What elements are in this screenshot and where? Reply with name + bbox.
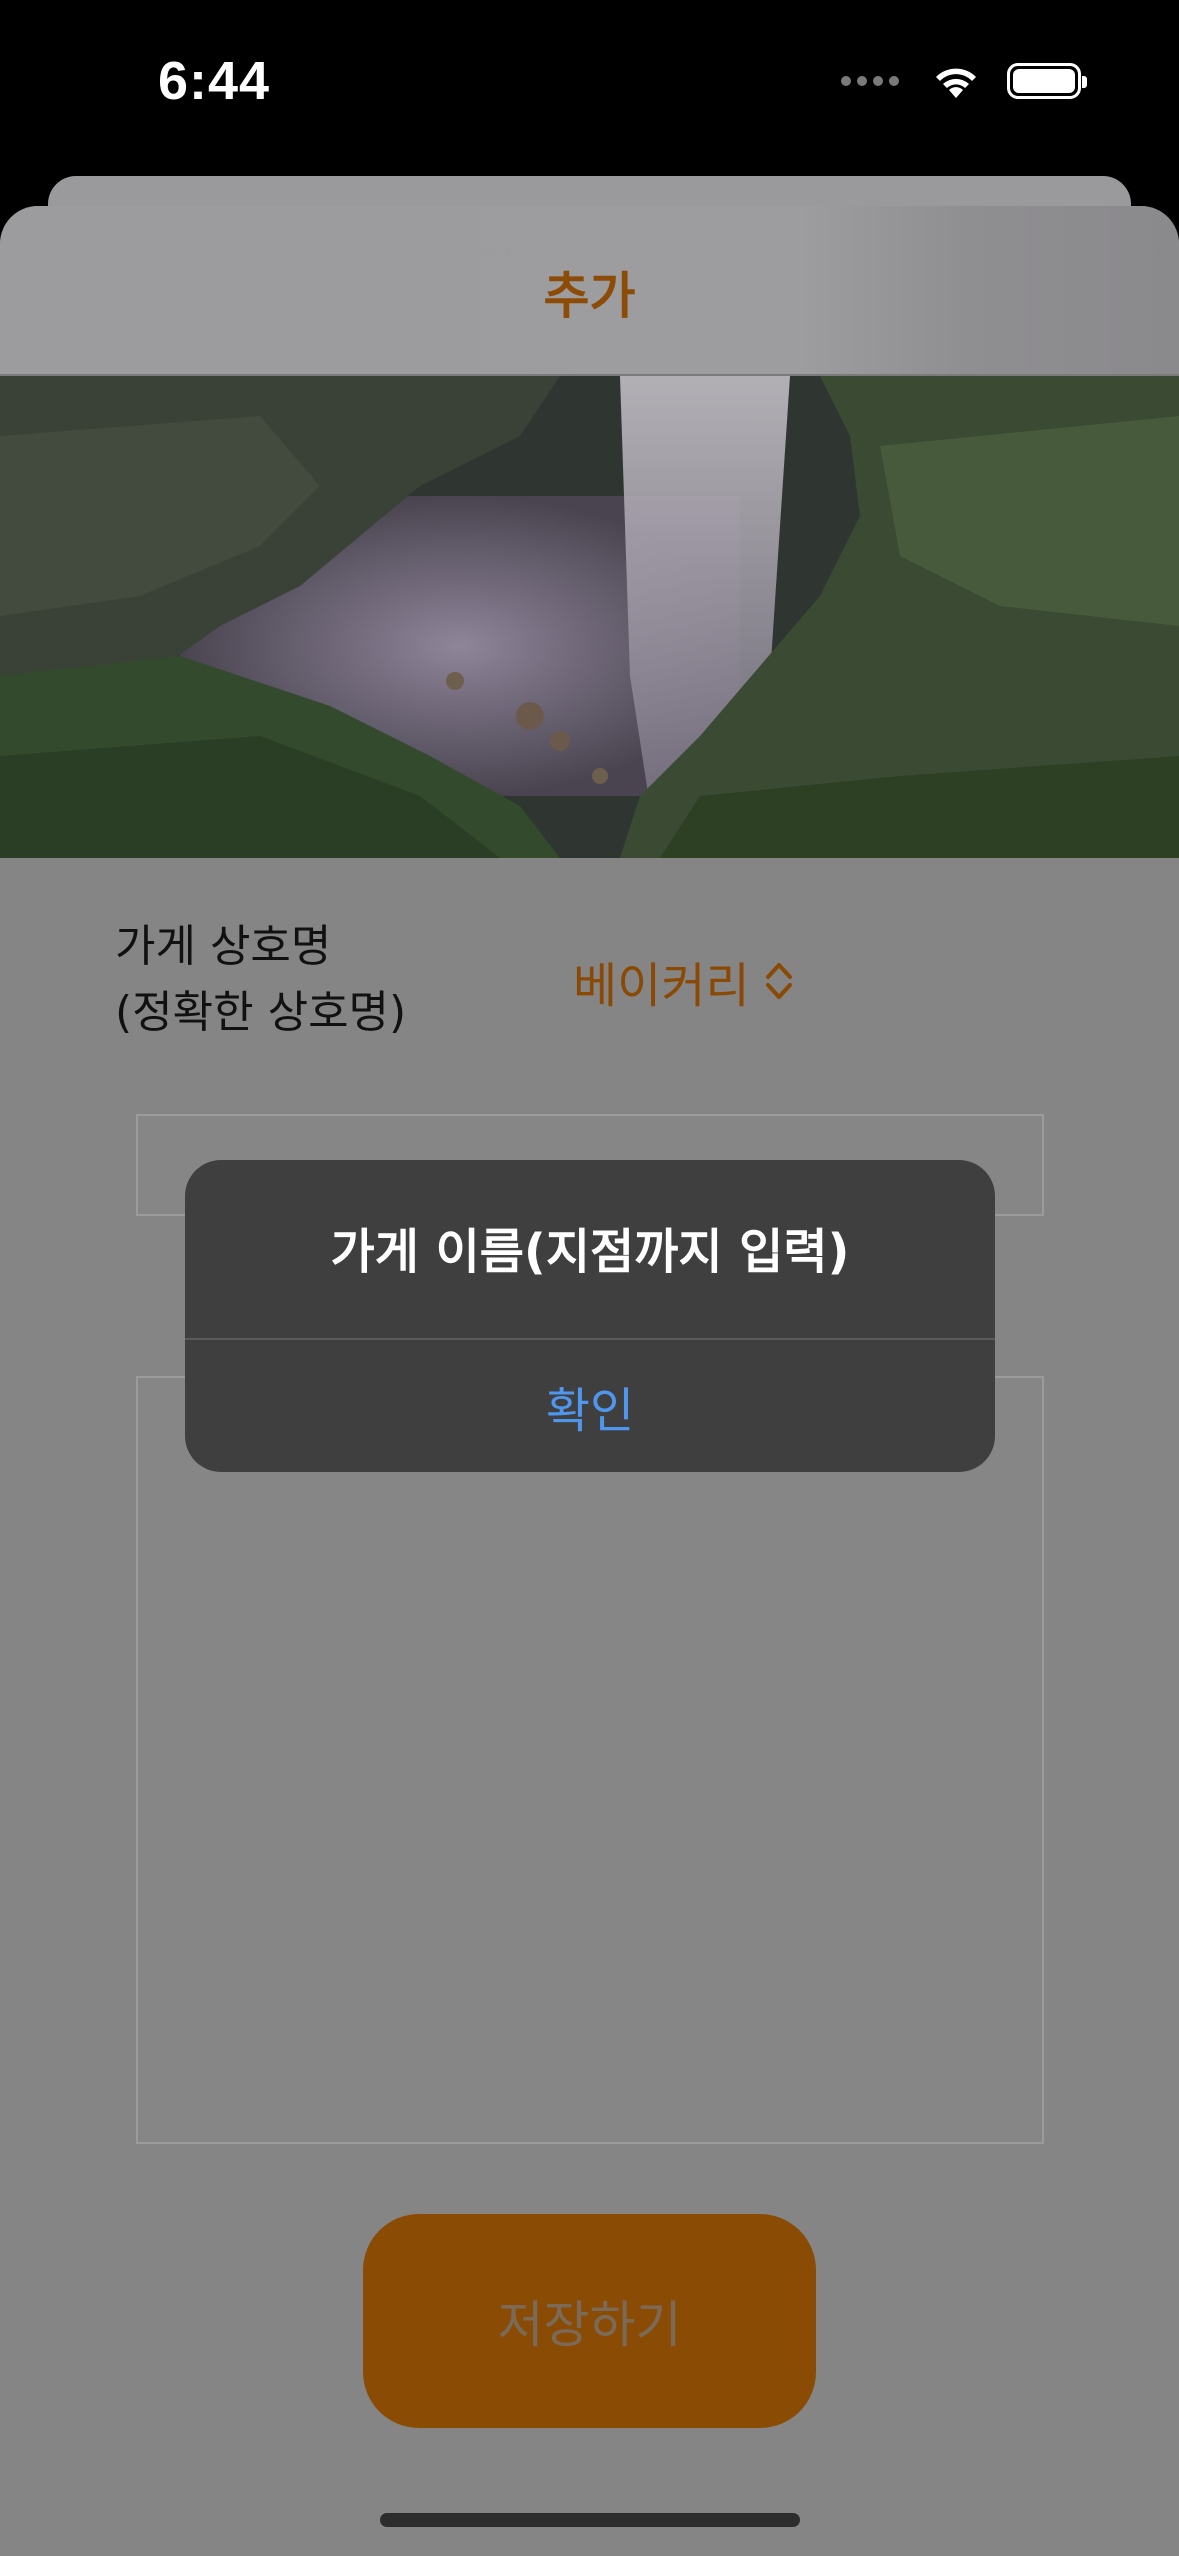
alert-confirm-button[interactable]: 확인 xyxy=(185,1340,995,1472)
alert-dialog: 가게 이름(지점까지 입력) 확인 xyxy=(185,1160,995,1472)
save-button[interactable]: 저장하기 xyxy=(363,2214,816,2428)
wifi-icon xyxy=(936,68,976,98)
waterfall-photo-art xyxy=(0,376,1179,858)
page-title: 추가 xyxy=(543,267,636,325)
navigation-bar: 추가 xyxy=(0,206,1179,376)
status-bar: 6:44 xyxy=(0,0,1179,175)
chevron-up-down-icon xyxy=(765,963,792,999)
category-picker[interactable]: 베이커리 xyxy=(573,946,794,1016)
category-picker-value: 베이커리 xyxy=(573,958,750,1014)
waterfall-photo[interactable] xyxy=(0,376,1179,858)
save-button-label: 저장하기 xyxy=(497,2296,682,2354)
description-textarea[interactable] xyxy=(136,1376,1044,2144)
home-indicator[interactable] xyxy=(380,2513,800,2527)
battery-icon xyxy=(1007,63,1087,99)
alert-title: 가게 이름(지점까지 입력) xyxy=(330,1224,850,1280)
status-icons xyxy=(841,62,1087,100)
alert-confirm-label: 확인 xyxy=(545,1383,635,1439)
store-name-label-line1: 가게 상호명 xyxy=(115,921,332,972)
store-name-label-line2: (정확한 상호명) xyxy=(115,987,407,1038)
status-time: 6:44 xyxy=(158,51,271,111)
signal-dots-icon xyxy=(841,76,899,86)
